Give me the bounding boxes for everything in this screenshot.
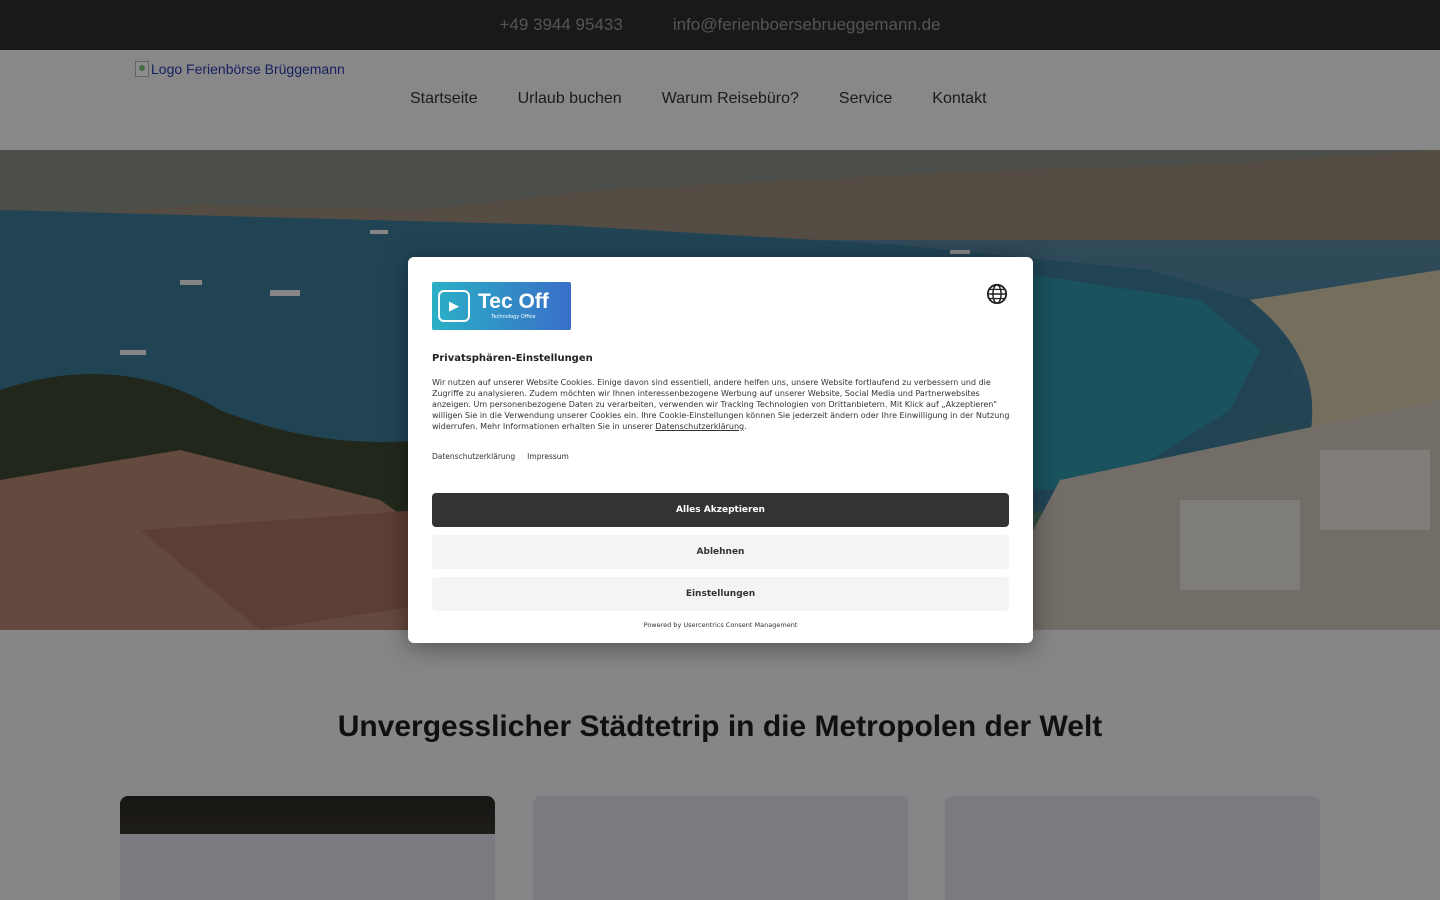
play-icon: ▶ (438, 290, 470, 322)
brand-tagline: Technology Office (491, 314, 536, 320)
consent-links: Datenschutzerklärung Impressum (432, 452, 569, 461)
privacy-link[interactable]: Datenschutzerklärung (432, 452, 515, 461)
powered-by-text: Powered by Usercentrics Consent Manageme… (643, 621, 798, 629)
imprint-link[interactable]: Impressum (527, 452, 569, 461)
consent-title: Privatsphären-Einstellungen (432, 353, 593, 364)
brand-logo: ▶ Tec Off Technology Office (432, 282, 571, 330)
settings-button[interactable]: Einstellungen (432, 577, 1009, 611)
privacy-inline-link[interactable]: Datenschutzerklärung (655, 422, 744, 431)
consent-text: Wir nutzen auf unserer Website Cookies. … (432, 377, 1012, 432)
language-globe-icon[interactable] (986, 283, 1008, 305)
consent-text-end: . (744, 422, 747, 431)
brand-name: Tec Off (478, 290, 549, 313)
accept-all-button[interactable]: Alles Akzeptieren (432, 493, 1009, 527)
cookie-consent-dialog: ▶ Tec Off Technology Office Privatsphäre… (408, 257, 1033, 643)
deny-button[interactable]: Ablehnen (432, 535, 1009, 569)
